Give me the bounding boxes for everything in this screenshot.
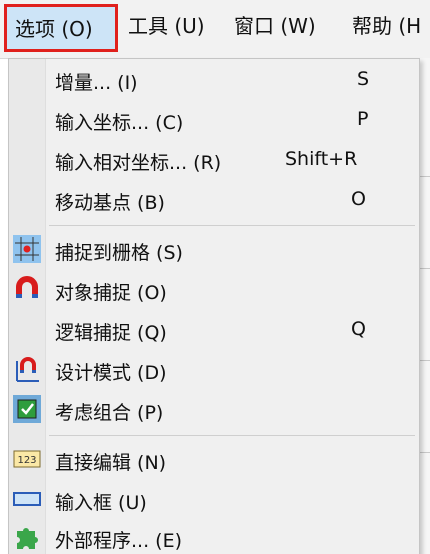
options-dropdown-menu: 增量... (I) S 输入坐标... (C) P 输入相对坐标... (R) … bbox=[8, 58, 420, 554]
menu-item-shortcut: P bbox=[357, 108, 369, 130]
menu-help-label: 帮助 (H bbox=[352, 14, 422, 38]
menu-item-label: 考虑组合 (P) bbox=[55, 402, 164, 424]
menu-item-label: 直接编辑 (N) bbox=[55, 452, 167, 474]
menu-item-label: 外部程序... (E) bbox=[55, 530, 182, 552]
menu-separator bbox=[49, 225, 415, 226]
grid-line bbox=[419, 360, 430, 361]
grid-line bbox=[419, 452, 430, 453]
menu-item-direct-edit[interactable]: 123 直接编辑 (N) bbox=[9, 441, 419, 479]
group-icon bbox=[13, 395, 41, 423]
menu-item-design-mode[interactable]: 设计模式 (D) bbox=[9, 351, 419, 389]
menu-item-label: 输入相对坐标... (R) bbox=[55, 152, 222, 174]
app-window: 选项 (O) 工具 (U) 窗口 (W) 帮助 (H 增量... (I) S 输… bbox=[0, 0, 430, 554]
grid-line bbox=[419, 268, 430, 269]
menu-help[interactable]: 帮助 (H bbox=[352, 10, 421, 39]
menu-tools-label: 工具 (U) bbox=[128, 14, 205, 38]
menu-bar: 选项 (O) 工具 (U) 窗口 (W) 帮助 (H bbox=[0, 0, 430, 59]
input-box-icon bbox=[13, 485, 41, 513]
menu-item-label: 增量... (I) bbox=[55, 72, 138, 94]
menu-item-shortcut: O bbox=[351, 188, 366, 210]
design-mode-icon bbox=[13, 355, 41, 383]
grid-line bbox=[419, 176, 430, 177]
menu-options-label: 选项 (O) bbox=[15, 17, 93, 41]
menu-item-enter-relative-coordinates[interactable]: 输入相对坐标... (R) Shift+R bbox=[9, 141, 419, 179]
menu-item-label: 移动基点 (B) bbox=[55, 192, 165, 214]
menu-window[interactable]: 窗口 (W) bbox=[234, 10, 316, 39]
menu-item-consider-group[interactable]: 考虑组合 (P) bbox=[9, 391, 419, 429]
puzzle-icon bbox=[13, 523, 41, 551]
grid-snap-icon bbox=[13, 235, 41, 263]
menu-item-shortcut: S bbox=[357, 68, 370, 90]
menu-item-move-base-point[interactable]: 移动基点 (B) O bbox=[9, 181, 419, 219]
menu-item-label: 捕捉到栅格 (S) bbox=[55, 242, 183, 264]
menu-item-shortcut: Shift+R bbox=[285, 148, 358, 170]
direct-edit-icon: 123 bbox=[13, 445, 41, 473]
menu-item-external-program[interactable]: 外部程序... (E) bbox=[9, 519, 419, 554]
menu-item-shortcut: Q bbox=[351, 318, 366, 340]
menu-item-enter-coordinates[interactable]: 输入坐标... (C) P bbox=[9, 101, 419, 139]
menu-item-label: 对象捕捉 (O) bbox=[55, 282, 167, 304]
menu-item-label: 输入框 (U) bbox=[55, 492, 147, 514]
menu-item-object-snap[interactable]: 对象捕捉 (O) bbox=[9, 271, 419, 309]
svg-text:123: 123 bbox=[17, 455, 36, 466]
menu-item-logic-snap[interactable]: 逻辑捕捉 (Q) Q bbox=[9, 311, 419, 349]
menu-tools[interactable]: 工具 (U) bbox=[128, 10, 205, 39]
menu-window-label: 窗口 (W) bbox=[234, 14, 316, 38]
menu-item-label: 逻辑捕捉 (Q) bbox=[55, 322, 167, 344]
menu-item-label: 设计模式 (D) bbox=[55, 362, 167, 384]
menu-item-increment[interactable]: 增量... (I) S bbox=[9, 61, 419, 99]
menu-item-input-box[interactable]: 输入框 (U) bbox=[9, 481, 419, 519]
menu-item-snap-to-grid[interactable]: 捕捉到栅格 (S) bbox=[9, 231, 419, 269]
menu-options[interactable]: 选项 (O) bbox=[4, 4, 118, 52]
menu-item-label: 输入坐标... (C) bbox=[55, 112, 184, 134]
magnet-icon bbox=[13, 275, 41, 303]
menu-separator bbox=[49, 435, 415, 436]
